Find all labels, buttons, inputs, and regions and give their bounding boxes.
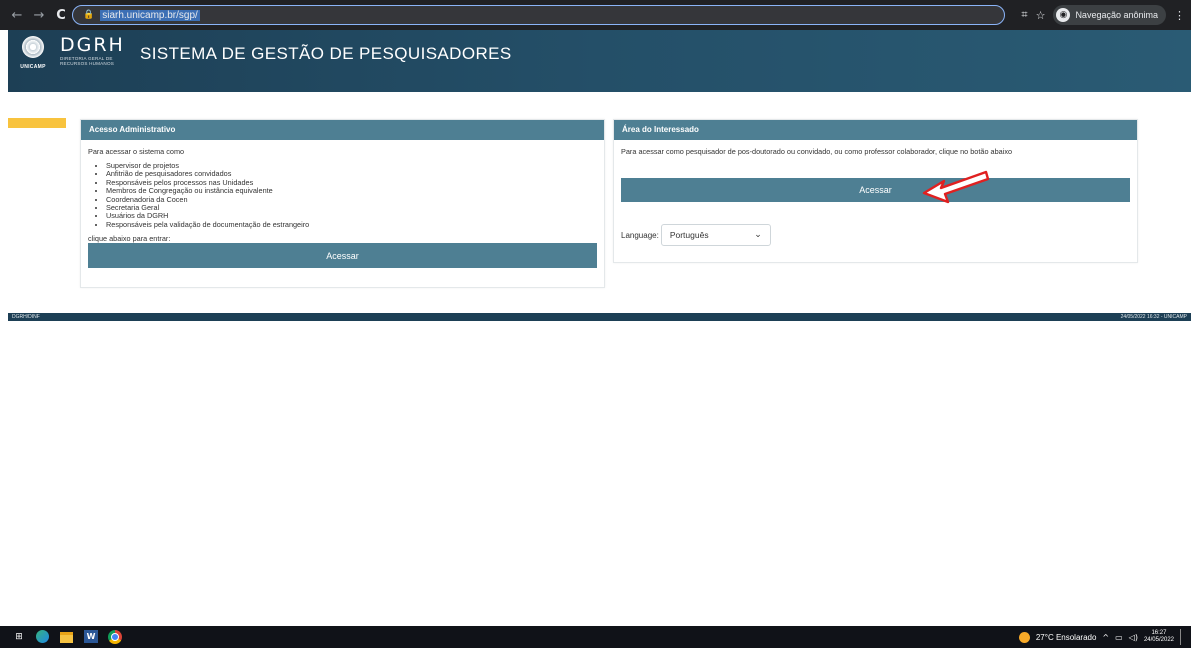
dgrh-subtitle-line-2: RECURSOS HUMANOS bbox=[60, 61, 114, 66]
dgrh-logo[interactable]: DGRH DIRETORIA GERAL DE RECURSOS HUMANOS bbox=[60, 34, 130, 80]
admin-panel-body: Para acessar o sistema como Supervisor d… bbox=[81, 140, 604, 274]
clock-date: 24/05/2022 bbox=[1143, 637, 1174, 643]
forward-icon[interactable]: → bbox=[28, 8, 50, 23]
back-icon[interactable]: ← bbox=[6, 8, 28, 23]
chrome-icon[interactable] bbox=[108, 630, 122, 644]
site-header: UNICAMP DGRH DIRETORIA GERAL DE RECURSOS… bbox=[8, 30, 1191, 92]
role-list: Supervisor de projetos Anfitrião de pesq… bbox=[106, 161, 597, 229]
system-tray: 27°C Ensolarado ^ ▭ ◁) 16:27 24/05/2022 bbox=[1018, 626, 1181, 648]
windows-start-icon[interactable]: ⊞ bbox=[12, 630, 26, 644]
language-select[interactable]: Português ⌄ bbox=[660, 224, 771, 246]
interested-panel-body: Para acessar como pesquisador de pos-dou… bbox=[614, 140, 1137, 252]
lock-icon: 🔒 bbox=[83, 10, 95, 20]
windows-taskbar: ⊞ W 27°C Ensolarado ^ ▭ ◁) 16:27 24/05/2… bbox=[0, 626, 1191, 648]
interested-area-panel: Área do Interessado Para acessar como pe… bbox=[613, 119, 1138, 263]
admin-panel-title: Acesso Administrativo bbox=[81, 120, 604, 140]
language-selected-value: Português bbox=[669, 230, 709, 240]
translate-icon[interactable]: ⌗ bbox=[1021, 8, 1027, 22]
site-footer: DGRH/DINF 24/05/2022 16:32 - UNICAMP bbox=[8, 313, 1191, 321]
star-icon[interactable]: ☆ bbox=[1036, 9, 1046, 22]
show-desktop-button[interactable] bbox=[1180, 629, 1181, 645]
admin-panel-intro: Para acessar o sistema como bbox=[88, 147, 185, 156]
accent-tab bbox=[8, 118, 66, 128]
weather-sun-icon[interactable] bbox=[1018, 631, 1030, 643]
incognito-icon: ◉ bbox=[1056, 8, 1071, 22]
browser-toolbar: ← → C 🔒 siarh.unicamp.br/sgp/ ⌗ ☆ ◉ Nave… bbox=[0, 0, 1191, 30]
interested-panel-title: Área do Interessado bbox=[614, 120, 1137, 140]
admin-access-panel: Acesso Administrativo Para acessar o sis… bbox=[80, 119, 605, 288]
clock[interactable]: 16:27 24/05/2022 bbox=[1144, 630, 1174, 644]
dgrh-logo-text: DGRH bbox=[60, 34, 125, 56]
menu-icon[interactable]: ⋮ bbox=[1174, 9, 1185, 22]
list-item: Secretaria Geral bbox=[106, 203, 597, 212]
clock-time: 16:27 bbox=[1151, 630, 1167, 636]
network-icon[interactable]: ▭ bbox=[1115, 633, 1123, 642]
language-row: Language: Português ⌄ bbox=[621, 224, 1130, 246]
click-below-text: clique abaixo para entrar: bbox=[88, 234, 171, 244]
unicamp-emblem-icon bbox=[22, 36, 44, 58]
incognito-badge[interactable]: ◉ Navegação anônima bbox=[1053, 5, 1166, 25]
tray-overflow-icon[interactable]: ^ bbox=[1102, 633, 1109, 642]
unicamp-logo[interactable]: UNICAMP bbox=[16, 36, 50, 80]
weather-text[interactable]: 27°C Ensolarado bbox=[1036, 633, 1097, 642]
reload-icon[interactable]: C bbox=[50, 8, 72, 23]
edge-icon[interactable] bbox=[36, 630, 49, 643]
language-label: Language: bbox=[621, 230, 659, 240]
admin-access-button[interactable]: Acessar bbox=[88, 243, 597, 269]
chevron-down-icon: ⌄ bbox=[754, 230, 762, 240]
interested-access-button[interactable]: Acessar bbox=[621, 178, 1130, 202]
volume-icon[interactable]: ◁) bbox=[1129, 633, 1138, 642]
footer-left-text: DGRH/DINF bbox=[12, 314, 40, 320]
list-item: Coordenadoria da Cocen bbox=[106, 195, 597, 204]
incognito-label: Navegação anônima bbox=[1075, 10, 1158, 20]
red-arrow-annotation bbox=[922, 170, 990, 204]
word-icon[interactable]: W bbox=[84, 630, 98, 643]
unicamp-label: UNICAMP bbox=[20, 64, 46, 70]
page-title: SISTEMA DE GESTÃO DE PESQUISADORES bbox=[140, 44, 512, 63]
list-item: Responsáveis pela validação de documenta… bbox=[106, 220, 597, 229]
address-bar[interactable]: 🔒 siarh.unicamp.br/sgp/ bbox=[72, 5, 1005, 25]
browser-tools: ⌗ ☆ ◉ Navegação anônima ⋮ bbox=[1021, 5, 1185, 25]
url-text[interactable]: siarh.unicamp.br/sgp/ bbox=[100, 9, 200, 21]
interested-panel-intro: Para acessar como pesquisador de pos-dou… bbox=[621, 147, 1013, 156]
footer-right-text: 24/05/2022 16:32 - UNICAMP bbox=[1120, 314, 1187, 320]
file-explorer-icon[interactable] bbox=[60, 632, 73, 643]
